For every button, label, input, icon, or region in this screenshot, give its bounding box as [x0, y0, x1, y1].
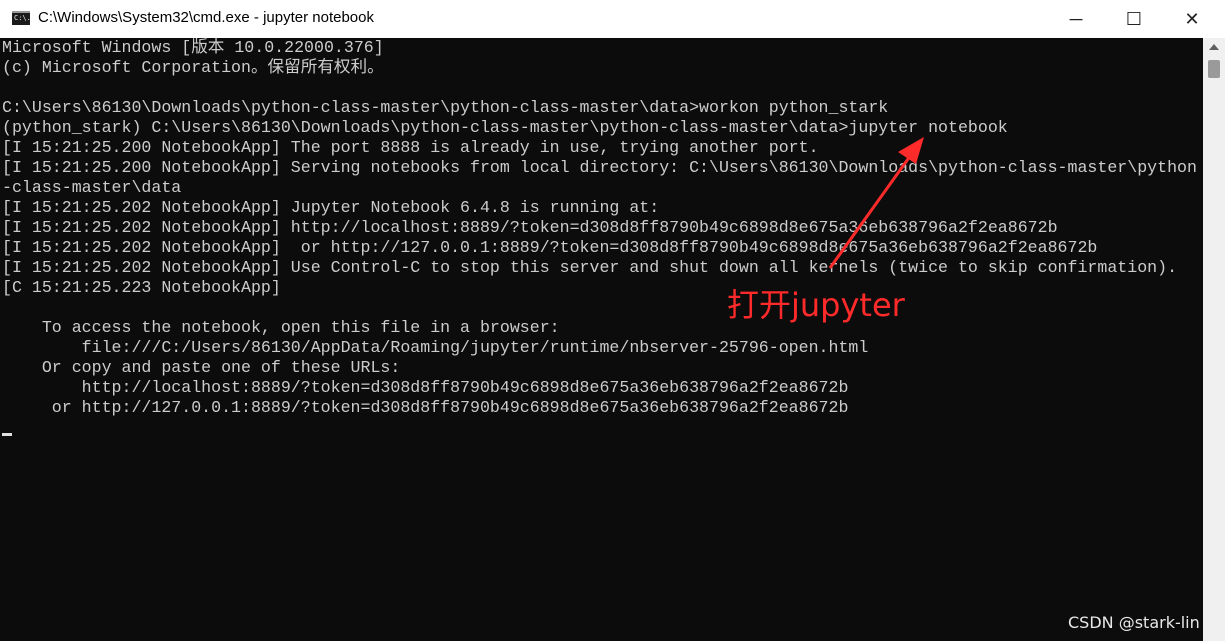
vertical-scrollbar[interactable]	[1203, 38, 1225, 641]
close-button[interactable]: ✕	[1163, 0, 1221, 38]
console-line: (c) Microsoft Corporation。保留所有权利。	[2, 58, 384, 77]
console-line: [I 15:21:25.200 NotebookApp] Serving not…	[2, 158, 1197, 177]
scrollbar-thumb[interactable]	[1208, 60, 1220, 78]
console-line: C:\Users\86130\Downloads\python-class-ma…	[2, 98, 889, 117]
console-line: Or copy and paste one of these URLs:	[2, 358, 401, 377]
console-line: [I 15:21:25.202 NotebookApp] Use Control…	[2, 258, 1178, 277]
console-line: Microsoft Windows [版本 10.0.22000.376]	[2, 38, 384, 57]
console-line: [I 15:21:25.202 NotebookApp] or http://1…	[2, 238, 1098, 257]
title-bar[interactable]: C:\. C:\Windows\System32\cmd.exe - jupyt…	[0, 0, 1225, 38]
console-line: To access the notebook, open this file i…	[2, 318, 560, 337]
console-line: [I 15:21:25.200 NotebookApp] The port 88…	[2, 138, 819, 157]
maximize-button[interactable]: ☐	[1105, 0, 1163, 38]
scroll-up-arrow-icon[interactable]	[1209, 44, 1219, 50]
console-line: [I 15:21:25.202 NotebookApp] Jupyter Not…	[2, 198, 660, 217]
console-output[interactable]: Microsoft Windows [版本 10.0.22000.376] (c…	[0, 38, 1203, 641]
console-line: http://localhost:8889/?token=d308d8ff879…	[2, 378, 849, 397]
watermark: CSDN @stark-lin	[1068, 613, 1200, 632]
console-line: (python_stark) C:\Users\86130\Downloads\…	[2, 118, 1008, 137]
window-title: C:\Windows\System32\cmd.exe - jupyter no…	[38, 9, 374, 26]
text-cursor	[2, 433, 12, 436]
cmd-icon-text: C:\.	[14, 14, 31, 22]
console-line: [C 15:21:25.223 NotebookApp]	[2, 278, 281, 297]
cmd-icon: C:\.	[12, 11, 31, 25]
console-line: [I 15:21:25.202 NotebookApp] http://loca…	[2, 218, 1058, 237]
annotation-label: 打开jupyter	[727, 286, 905, 324]
console-line: or http://127.0.0.1:8889/?token=d308d8ff…	[2, 398, 849, 417]
console-line: file:///C:/Users/86130/AppData/Roaming/j…	[2, 338, 869, 357]
console-line: -class-master\data	[2, 178, 182, 197]
minimize-button[interactable]: ─	[1047, 0, 1105, 38]
